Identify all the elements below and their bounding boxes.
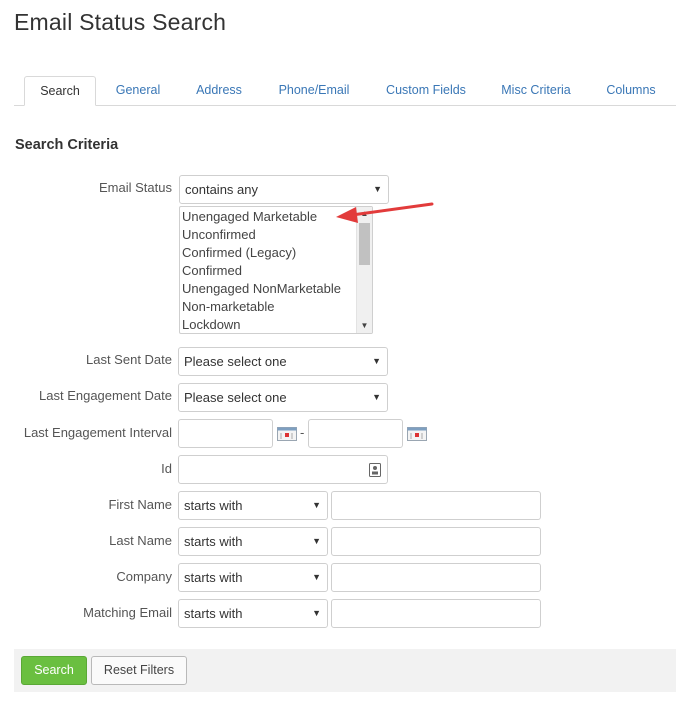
first-name-operator-select[interactable]: starts with ▼ (178, 491, 328, 520)
last-engagement-interval-label: Last Engagement Interval (23, 425, 172, 440)
interval-separator: - (300, 425, 305, 440)
listbox-scrollbar[interactable]: ▲ ▼ (356, 207, 372, 333)
id-label: Id (161, 461, 172, 476)
email-status-option[interactable]: Unconfirmed (180, 226, 341, 244)
company-operator-value: starts with (184, 570, 243, 585)
last-engagement-date-value: Please select one (184, 390, 287, 405)
matching-email-operator-value: starts with (184, 606, 243, 621)
company-label: Company (116, 569, 172, 584)
dropdown-caret-icon: ▼ (372, 392, 381, 402)
id-input[interactable] (178, 455, 388, 484)
last-sent-date-select[interactable]: Please select one ▼ (178, 347, 388, 376)
company-input[interactable] (331, 563, 541, 592)
calendar-icon[interactable] (277, 427, 297, 441)
dropdown-caret-icon: ▼ (312, 572, 321, 582)
tab-general[interactable]: General (108, 76, 168, 106)
last-sent-date-label: Last Sent Date (86, 352, 172, 367)
page-title: Email Status Search (14, 9, 227, 35)
tab-columns[interactable]: Columns (598, 76, 664, 106)
last-name-operator-value: starts with (184, 534, 243, 549)
first-name-label: First Name (108, 497, 172, 512)
email-status-operator-value: contains any (185, 182, 258, 197)
first-name-operator-value: starts with (184, 498, 243, 513)
last-name-input[interactable] (331, 527, 541, 556)
last-name-operator-select[interactable]: starts with ▼ (178, 527, 328, 556)
scroll-up-icon[interactable]: ▲ (357, 207, 372, 221)
email-status-option[interactable]: Lockdown (180, 316, 341, 333)
email-status-listbox[interactable]: Unengaged Marketable Unconfirmed Confirm… (179, 206, 373, 334)
matching-email-operator-select[interactable]: starts with ▼ (178, 599, 328, 628)
calendar-icon[interactable] (407, 427, 427, 441)
email-status-option[interactable]: Confirmed (180, 262, 341, 280)
last-engagement-date-label: Last Engagement Date (39, 388, 172, 403)
email-status-label: Email Status (99, 180, 172, 195)
dropdown-caret-icon: ▼ (312, 536, 321, 546)
dropdown-caret-icon: ▼ (372, 356, 381, 366)
matching-email-label: Matching Email (83, 605, 172, 620)
dropdown-caret-icon: ▼ (312, 500, 321, 510)
section-title: Search Criteria (15, 137, 119, 153)
scroll-thumb[interactable] (359, 223, 370, 265)
dropdown-caret-icon: ▼ (373, 184, 382, 194)
email-status-option[interactable]: Non-marketable (180, 298, 341, 316)
tab-address[interactable]: Address (188, 76, 250, 106)
email-status-option[interactable]: Unengaged NonMarketable (180, 280, 341, 298)
scroll-down-icon[interactable]: ▼ (357, 319, 372, 333)
email-status-option[interactable]: Confirmed (Legacy) (180, 244, 341, 262)
last-engagement-date-select[interactable]: Please select one ▼ (178, 383, 388, 412)
interval-end-input[interactable] (308, 419, 403, 448)
last-name-label: Last Name (109, 533, 172, 548)
interval-start-input[interactable] (178, 419, 273, 448)
email-status-option[interactable]: Unengaged Marketable (180, 208, 341, 226)
company-operator-select[interactable]: starts with ▼ (178, 563, 328, 592)
last-sent-date-value: Please select one (184, 354, 287, 369)
email-status-operator-select[interactable]: contains any ▼ (179, 175, 389, 204)
matching-email-input[interactable] (331, 599, 541, 628)
tab-phone-email[interactable]: Phone/Email (270, 76, 358, 106)
reset-filters-button[interactable]: Reset Filters (91, 656, 187, 685)
id-card-icon (369, 463, 381, 477)
tab-search[interactable]: Search (24, 76, 96, 106)
search-button[interactable]: Search (21, 656, 87, 685)
tab-custom-fields[interactable]: Custom Fields (378, 76, 474, 106)
first-name-input[interactable] (331, 491, 541, 520)
tab-misc-criteria[interactable]: Misc Criteria (494, 76, 578, 106)
dropdown-caret-icon: ▼ (312, 608, 321, 618)
